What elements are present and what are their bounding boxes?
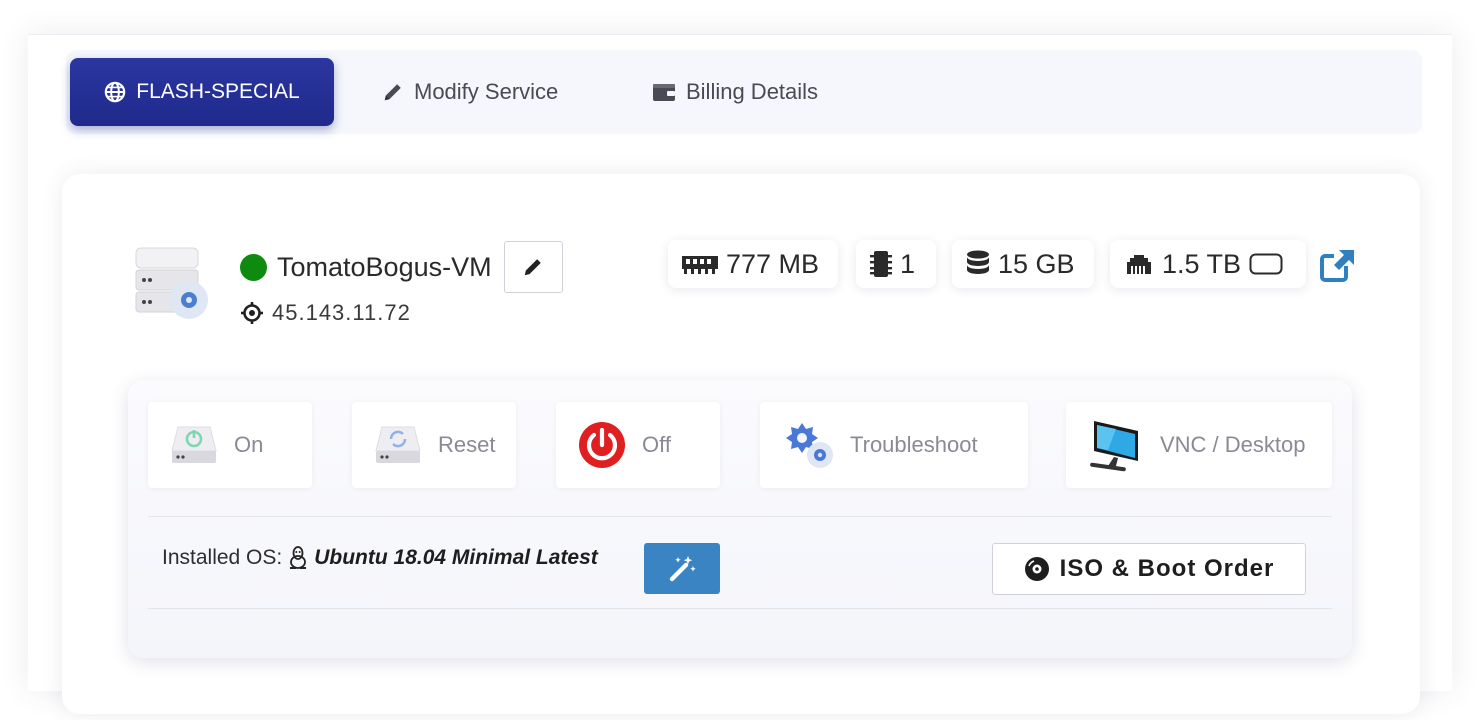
- server-gear-icon: [135, 247, 208, 319]
- toggle-outline-icon[interactable]: [1249, 253, 1283, 275]
- memory-icon: [682, 256, 718, 274]
- external-link-icon[interactable]: [1320, 248, 1356, 284]
- reset-label: Reset: [438, 432, 496, 457]
- power-off-button[interactable]: Off: [556, 402, 720, 488]
- spec-cpu: 1: [856, 240, 936, 288]
- pencil-icon: [524, 259, 541, 276]
- spec-disk: 15 GB: [952, 240, 1094, 288]
- power-off-label: Off: [642, 432, 671, 457]
- linux-tux-icon: [290, 546, 307, 569]
- troubleshoot-button[interactable]: Troubleshoot: [760, 402, 1028, 488]
- divider: [148, 516, 1332, 517]
- reset-button[interactable]: Reset: [352, 402, 516, 488]
- spec-ram-value: 777 MB: [726, 248, 820, 279]
- wallet-icon: [653, 84, 675, 101]
- reinstall-os-button[interactable]: [644, 543, 720, 594]
- page: FLASH-SPECIAL Modify Service Billing Det…: [0, 0, 1481, 720]
- ip-address: 45.143.11.72: [240, 300, 411, 326]
- ip-value: 45.143.11.72: [272, 300, 411, 325]
- troubleshoot-gear-icon: [786, 423, 833, 468]
- pencil-icon: [384, 84, 401, 101]
- vnc-desktop-button[interactable]: VNC / Desktop: [1066, 402, 1332, 488]
- crosshair-icon: [241, 302, 263, 324]
- server-power-on-icon: [171, 426, 217, 463]
- tab-label: Billing Details: [686, 79, 819, 104]
- server-reset-icon: [375, 426, 421, 463]
- divider: [148, 608, 1332, 609]
- ethernet-icon: [1127, 255, 1151, 274]
- tab-modify-service[interactable]: Modify Service: [382, 58, 558, 126]
- troubleshoot-label: Troubleshoot: [850, 432, 978, 457]
- iso-boot-order-label: ISO & Boot Order: [1059, 555, 1275, 582]
- power-on-button[interactable]: On: [148, 402, 312, 488]
- edit-name-button[interactable]: [503, 241, 563, 293]
- status-online-indicator: [240, 253, 267, 281]
- database-icon: [967, 250, 989, 274]
- tab-billing-details[interactable]: Billing Details: [652, 58, 818, 126]
- installed-os-label: Installed OS:: [162, 546, 283, 569]
- installed-os-name: Ubuntu 18.04 Minimal Latest: [314, 546, 598, 569]
- disc-icon: [1024, 557, 1049, 581]
- spec-bandwidth-value: 1.5 TB: [1162, 248, 1242, 279]
- microchip-icon: [870, 251, 892, 277]
- spec-cpu-value: 1: [900, 248, 916, 279]
- spec-bandwidth: 1.5 TB: [1110, 240, 1306, 288]
- tab-flash-special[interactable]: FLASH-SPECIAL: [70, 58, 334, 126]
- globe-icon: [105, 81, 126, 103]
- tab-label: FLASH-SPECIAL: [136, 80, 300, 103]
- tab-bar: FLASH-SPECIAL Modify Service Billing Det…: [66, 50, 1422, 134]
- spec-disk-value: 15 GB: [998, 248, 1075, 279]
- iso-boot-order-button[interactable]: ISO & Boot Order: [992, 543, 1306, 595]
- spec-ram: 777 MB: [668, 240, 838, 288]
- vnc-desktop-label: VNC / Desktop: [1160, 432, 1306, 457]
- magic-wand-icon: [669, 555, 696, 581]
- installed-os: Installed OS: Ubuntu 18.04 Minimal Lates…: [162, 546, 598, 570]
- vm-name: TomatoBogus-VM: [277, 251, 492, 282]
- power-on-label: On: [234, 432, 264, 457]
- tab-label: Modify Service: [414, 79, 559, 104]
- desktop-monitor-icon: [1090, 421, 1138, 472]
- vm-header: TomatoBogus-VM: [240, 241, 563, 293]
- power-off-icon: [579, 422, 625, 468]
